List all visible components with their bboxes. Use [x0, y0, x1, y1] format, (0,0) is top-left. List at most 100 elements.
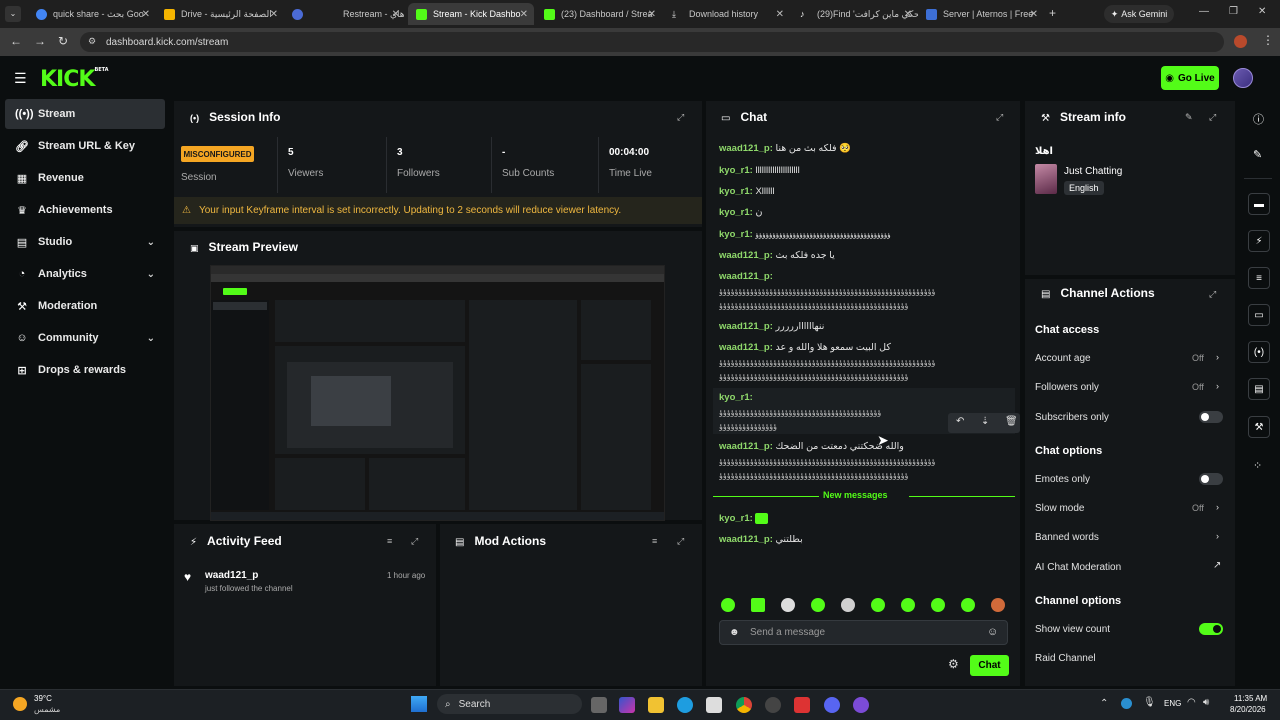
chat-user-icon[interactable]: ☻: [729, 627, 740, 638]
tab-list-icon[interactable]: ⌄: [5, 6, 21, 22]
app-icon[interactable]: [853, 697, 869, 713]
chat-message[interactable]: kyo_r1: lllllllllllllllllllll: [719, 165, 800, 176]
chat-message[interactable]: kyo_r1:: [719, 392, 753, 403]
chat-message[interactable]: kyo_r1: ن: [719, 207, 762, 218]
reply-icon[interactable]: ↶: [956, 416, 964, 427]
browser-tab-9[interactable]: Server | Aternos | Free ✕: [918, 3, 1044, 25]
minimize-icon[interactable]: —: [1199, 6, 1209, 17]
close-icon[interactable]: ✕: [520, 9, 528, 20]
subscribers-only-toggle[interactable]: [1199, 411, 1223, 423]
chat-message[interactable]: waad121_p:: [719, 271, 773, 282]
close-icon[interactable]: ✕: [904, 9, 912, 20]
windows-start-icon[interactable]: [411, 696, 427, 712]
language-indicator[interactable]: ENG: [1164, 699, 1181, 708]
sidebar-item-stream-url-key[interactable]: 🔗︎ Stream URL & Key: [5, 131, 165, 161]
raid-channel-setting[interactable]: Raid Channel: [1035, 653, 1096, 664]
emote-icon[interactable]: [901, 598, 915, 612]
followers-only-setting[interactable]: Followers only: [1035, 382, 1099, 393]
chevron-right-icon[interactable]: ›: [1216, 352, 1219, 362]
copilot-icon[interactable]: [619, 697, 635, 713]
close-icon[interactable]: ✕: [648, 9, 656, 20]
delete-icon[interactable]: 🗑︎: [1005, 416, 1018, 427]
expand-icon[interactable]: ⤢: [677, 536, 684, 547]
chevron-right-icon[interactable]: ›: [1216, 531, 1219, 541]
app-icon[interactable]: [765, 697, 781, 713]
browser-menu-icon[interactable]: ⋮: [1262, 33, 1274, 47]
emote-icon[interactable]: [841, 598, 855, 612]
sidebar-item-analytics[interactable]: ◔ Analytics ⌄: [5, 259, 165, 289]
emote-icon[interactable]: [721, 598, 735, 612]
ask-gemini-button[interactable]: ✦ Ask Gemini: [1104, 5, 1174, 23]
emote-icon[interactable]: [991, 598, 1005, 612]
chat-message-input[interactable]: ☻ Send a message ☺: [719, 620, 1008, 645]
show-view-count-toggle[interactable]: [1199, 623, 1223, 635]
emote-icon[interactable]: [811, 598, 825, 612]
sidebar-item-stream[interactable]: ((•)) Stream: [5, 99, 165, 129]
chrome-icon[interactable]: [736, 697, 752, 713]
expand-icon[interactable]: ⤢: [411, 536, 418, 547]
emotes-only-toggle[interactable]: [1199, 473, 1223, 485]
connections-icon[interactable]: ⁘: [1253, 459, 1262, 472]
edit-icon[interactable]: ✎: [1185, 112, 1193, 123]
bolt-icon[interactable]: ⚡: [1248, 230, 1270, 252]
sidebar-item-drops-rewards[interactable]: ⊞ Drops & rewards: [5, 355, 165, 385]
emote-icon[interactable]: [751, 598, 765, 612]
avatar[interactable]: [1233, 68, 1253, 88]
browser-tab-1[interactable]: quick share - بحث Goo ✕: [28, 3, 156, 25]
browser-tab-7[interactable]: ⤓ Download history ✕: [664, 3, 790, 25]
clock-time[interactable]: 11:35 AM: [1234, 694, 1267, 703]
file-explorer-icon[interactable]: [648, 697, 664, 713]
site-info-icon[interactable]: ⚙: [88, 36, 96, 47]
profile-icon[interactable]: [1234, 35, 1247, 48]
info-icon[interactable]: ⓘ: [1253, 111, 1264, 127]
list-icon[interactable]: ≡: [1248, 267, 1270, 289]
browser-tab-2[interactable]: Drive - الصفحة الرئيسية ✕: [156, 3, 284, 25]
sidebar-item-community[interactable]: ☺ Community ⌄: [5, 323, 165, 353]
stream-preview-video[interactable]: [210, 265, 665, 521]
back-icon[interactable]: ←: [10, 34, 22, 48]
widget-icon[interactable]: ▬: [1248, 193, 1270, 215]
browser-tab-3[interactable]: [284, 3, 314, 25]
edge-icon[interactable]: [677, 697, 693, 713]
close-icon[interactable]: ✕: [1030, 9, 1038, 20]
wifi-icon[interactable]: ◠: [1187, 697, 1196, 708]
app-icon[interactable]: [794, 697, 810, 713]
chat-message[interactable]: waad121_p: بطلتني: [719, 534, 803, 545]
close-window-icon[interactable]: ✕: [1258, 6, 1266, 17]
browser-tab-4[interactable]: Restream - هاي ✕: [318, 3, 406, 25]
emote-icon[interactable]: [931, 598, 945, 612]
slow-mode-setting[interactable]: Slow mode: [1035, 503, 1084, 514]
emote-icon[interactable]: [781, 598, 795, 612]
microphone-icon[interactable]: 🎙︎: [1143, 697, 1156, 708]
filter-icon[interactable]: ≡: [387, 536, 392, 546]
go-live-button[interactable]: ◉ Go Live: [1161, 66, 1219, 90]
emoji-icon[interactable]: ☺: [987, 626, 998, 638]
layout-icon[interactable]: ▤: [1248, 378, 1270, 400]
forward-icon[interactable]: →: [34, 34, 46, 48]
external-link-icon[interactable]: ↗: [1213, 560, 1221, 571]
sidebar-item-revenue[interactable]: ▦ Revenue: [5, 163, 165, 193]
broadcast-icon[interactable]: (•): [1248, 341, 1270, 363]
chat-message[interactable]: waad121_p: والله ضحكتني دمعتت من الضحك: [719, 441, 904, 452]
store-icon[interactable]: [706, 697, 722, 713]
expand-icon[interactable]: ⤢: [1209, 112, 1216, 123]
sidebar-item-achievements[interactable]: ♛ Achievements: [5, 195, 165, 225]
chevron-right-icon[interactable]: ›: [1216, 502, 1219, 512]
chat-message[interactable]: waad121_p: فلكه بث من هنا 🥺: [719, 143, 851, 154]
maximize-icon[interactable]: ❐: [1229, 6, 1238, 17]
browser-tab-6[interactable]: (23) Dashboard / Strea ✕: [536, 3, 662, 25]
tray-chevron-icon[interactable]: ⌃: [1100, 698, 1108, 709]
pencil-icon[interactable]: ✎: [1253, 148, 1262, 161]
new-tab-icon[interactable]: +: [1049, 6, 1056, 20]
clock-date[interactable]: 8/20/2026: [1230, 705, 1266, 714]
emote-icon[interactable]: [871, 598, 885, 612]
chat-message[interactable]: waad121_p: يا جده فلكه بث: [719, 250, 835, 261]
close-icon[interactable]: ✕: [776, 9, 784, 20]
browser-tab-kick-dashboard[interactable]: Stream - Kick Dashbo ✕: [408, 3, 534, 25]
category-name[interactable]: Just Chatting: [1064, 166, 1122, 177]
send-chat-button[interactable]: Chat: [970, 655, 1009, 676]
chat-icon[interactable]: ▭: [1248, 304, 1270, 326]
filter-icon[interactable]: ≡: [652, 536, 657, 546]
tray-app-icon[interactable]: [1121, 698, 1132, 709]
expand-icon[interactable]: ⤢: [996, 112, 1003, 123]
